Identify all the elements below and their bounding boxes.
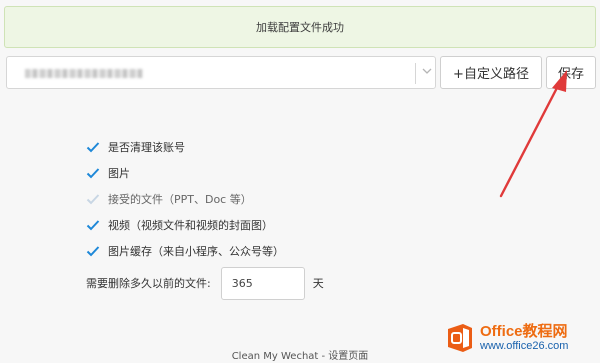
check-icon[interactable]: [86, 245, 100, 257]
office-logo-icon: [448, 324, 472, 352]
check-icon[interactable]: [86, 167, 100, 179]
option-label: 是否清理该账号: [108, 141, 185, 154]
option-label: 视频（视频文件和视频的封面图）: [108, 219, 273, 232]
blurred-path-value: [25, 69, 143, 78]
footer-text: Clean My Wechat - 设置页面: [231, 351, 369, 362]
check-icon[interactable]: [86, 141, 100, 153]
custom-path-button[interactable]: +自定义路径: [440, 56, 542, 89]
wechat-path-select[interactable]: [6, 56, 436, 89]
select-divider: [415, 63, 416, 84]
days-unit: 天: [312, 277, 324, 290]
days-input[interactable]: [220, 266, 305, 300]
watermark-title: Office教程网: [480, 323, 568, 340]
check-icon[interactable]: [86, 219, 100, 231]
office26-watermark: Office教程网 www.office26.com: [444, 318, 596, 358]
days-setting-row: 需要删除多久以前的文件: 天: [86, 266, 324, 300]
save-label: 保存: [557, 67, 584, 82]
chevron-down-icon[interactable]: [421, 65, 433, 77]
option-label: 图片: [108, 167, 130, 180]
check-icon: [86, 194, 100, 205]
success-message: 加载配置文件成功: [256, 21, 344, 34]
custom-path-label: +自定义路径: [453, 67, 529, 82]
option-clean-account[interactable]: 是否清理该账号: [86, 138, 185, 156]
watermark-url: www.office26.com: [480, 340, 569, 352]
days-label: 需要删除多久以前的文件:: [86, 277, 211, 290]
option-image-cache[interactable]: 图片缓存（来自小程序、公众号等）: [86, 242, 284, 260]
option-received-files: 接受的文件（PPT、Doc 等）: [86, 190, 252, 208]
toolbar: +自定义路径 保存: [4, 56, 596, 90]
option-images[interactable]: 图片: [86, 164, 130, 182]
save-button[interactable]: 保存: [546, 56, 596, 89]
option-label: 接受的文件（PPT、Doc 等）: [108, 193, 252, 206]
option-label: 图片缓存（来自小程序、公众号等）: [108, 245, 284, 258]
success-banner: 加载配置文件成功: [4, 6, 596, 48]
option-videos[interactable]: 视频（视频文件和视频的封面图）: [86, 216, 273, 234]
